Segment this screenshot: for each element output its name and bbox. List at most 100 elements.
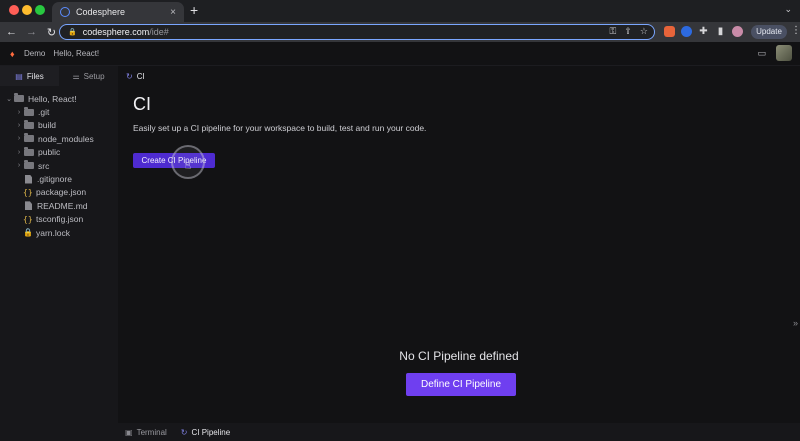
tree-item-label: .git: [38, 107, 50, 118]
file-icon: [25, 201, 32, 211]
monitor-icon[interactable]: ▭: [757, 48, 766, 59]
tree-item-label: node_modules: [38, 133, 94, 144]
tree-item-folder[interactable]: › build: [0, 119, 118, 132]
tab-setup[interactable]: ⚌ Setup: [59, 66, 118, 86]
tab-terminal-label: Terminal: [136, 427, 167, 437]
chevron-down-icon: ⌄: [6, 95, 12, 103]
tree-item-file[interactable]: README.md: [0, 199, 118, 212]
codesphere-favicon-icon: [60, 7, 70, 17]
extensions-area: ✚ ▮: [664, 26, 743, 37]
side-panel-icon[interactable]: ▮: [715, 26, 726, 37]
tree-item-folder[interactable]: › public: [0, 146, 118, 159]
json-file-icon: {}: [23, 214, 33, 224]
address-bar-actions: ⚿ ⇪ ☆: [610, 26, 648, 37]
define-ci-pipeline-button[interactable]: Define CI Pipeline: [406, 373, 516, 396]
chevron-right-icon: ›: [17, 108, 21, 116]
header-actions: ▭: [757, 45, 792, 61]
file-icon: [25, 174, 32, 184]
file-tree: ⌄ Hello, React! › .git › build › node_mo…: [0, 86, 118, 239]
tab-files[interactable]: ▤ Files: [0, 66, 59, 86]
sliders-icon: ⚌: [72, 71, 80, 81]
folder-icon: [24, 146, 34, 156]
folder-icon: [24, 160, 34, 170]
tree-item-label: public: [38, 147, 61, 158]
tree-item-folder[interactable]: › node_modules: [0, 132, 118, 145]
folder-icon: [24, 106, 34, 116]
main-panel: ↻ CI CI Easily set up a CI pipeline for …: [118, 66, 800, 441]
tree-item-label: package.json: [36, 187, 87, 198]
app-header: ♦ Demo Hello, React! ▭: [0, 42, 800, 66]
tab-ci-label: CI: [136, 71, 145, 81]
json-file-icon: {}: [23, 187, 33, 197]
page-title: CI: [133, 94, 151, 114]
tree-item-file[interactable]: {} package.json: [0, 186, 118, 199]
page-description: Easily set up a CI pipeline for your wor…: [133, 123, 427, 133]
url-path: /ide#: [149, 27, 169, 37]
lock-icon: 🔒: [68, 29, 77, 36]
back-arrow-icon[interactable]: ←: [3, 26, 20, 38]
tree-item-label: tsconfig.json: [36, 214, 84, 225]
editor-tabs: ↻ CI: [118, 66, 800, 86]
tab-terminal[interactable]: ▣ Terminal: [118, 423, 174, 441]
folder-icon: [14, 93, 24, 103]
codesphere-logo-icon[interactable]: ♦: [10, 49, 18, 59]
tree-item-file[interactable]: {} tsconfig.json: [0, 213, 118, 226]
chevron-right-icon: ›: [17, 121, 21, 129]
user-avatar[interactable]: [776, 45, 792, 61]
browser-tab-title: Codesphere: [76, 7, 126, 17]
tree-item-root-folder[interactable]: ⌄ Hello, React!: [0, 92, 118, 105]
tree-item-label: yarn.lock: [36, 227, 71, 238]
url-host: codesphere.com: [82, 27, 150, 37]
chevrons-down-icon[interactable]: »: [793, 318, 798, 328]
chevron-right-icon: ›: [17, 135, 21, 143]
ci-icon: ↻: [126, 71, 133, 81]
breadcrumb-workspace[interactable]: Hello, React!: [53, 49, 99, 58]
sidebar: ▤ Files ⚌ Setup ⌄ Hello, React! › .git ›: [0, 66, 118, 441]
tree-item-folder[interactable]: › src: [0, 159, 118, 172]
update-button[interactable]: Update: [751, 25, 787, 39]
close-window-button[interactable]: [9, 5, 19, 15]
lock-file-icon: 🔒: [23, 228, 33, 238]
terminal-icon: ▣: [125, 427, 133, 437]
tree-item-folder[interactable]: › .git: [0, 105, 118, 118]
folder-icon: [24, 119, 34, 129]
blue-extension-icon[interactable]: [681, 26, 692, 37]
browser-window: Codesphere × + ⌄ ← → ↻ 🔒 codesphere.com /…: [0, 0, 800, 441]
tree-item-file[interactable]: .gitignore: [0, 172, 118, 185]
tree-item-label: build: [38, 120, 56, 131]
close-tab-icon[interactable]: ×: [170, 7, 176, 18]
tree-item-file[interactable]: 🔒 yarn.lock: [0, 226, 118, 239]
puzzle-extensions-icon[interactable]: ✚: [698, 26, 709, 37]
tree-item-label: Hello, React!: [28, 93, 77, 104]
browser-tab-codesphere[interactable]: Codesphere ×: [52, 2, 184, 22]
file-icon: ▤: [15, 71, 23, 81]
tab-ci[interactable]: ↻ CI: [118, 66, 153, 86]
tab-files-label: Files: [26, 71, 44, 81]
profile-avatar-icon[interactable]: [732, 26, 743, 37]
share-icon[interactable]: ⇪: [624, 26, 632, 37]
forward-arrow-icon[interactable]: →: [23, 26, 40, 38]
sidebar-tabs: ▤ Files ⚌ Setup: [0, 66, 118, 86]
bookmark-star-icon[interactable]: ☆: [640, 26, 648, 37]
chevron-right-icon: ›: [17, 148, 21, 156]
reload-icon[interactable]: ↻: [43, 26, 60, 39]
tab-strip: Codesphere × + ⌄: [0, 0, 800, 22]
minimize-window-button[interactable]: [22, 5, 32, 15]
tree-item-label: README.md: [37, 200, 88, 211]
ci-pipeline-icon: ↻: [180, 427, 188, 437]
tree-item-label: .gitignore: [37, 174, 72, 185]
tab-search-chevron-icon[interactable]: ⌄: [784, 4, 792, 15]
tab-setup-label: Setup: [83, 71, 105, 81]
breadcrumb-team[interactable]: Demo: [24, 49, 45, 58]
address-bar[interactable]: 🔒 codesphere.com/ide# ⚿ ⇪ ☆: [59, 24, 655, 40]
tree-item-label: src: [38, 160, 50, 171]
more-menu-icon[interactable]: ⋮: [791, 25, 800, 36]
folder-icon: [24, 133, 34, 143]
bottom-panel-tabs: ▣ Terminal ↻ CI Pipeline: [118, 423, 800, 441]
key-icon[interactable]: ⚿: [610, 26, 617, 37]
tab-ci-pipeline[interactable]: ↻ CI Pipeline: [174, 423, 237, 441]
orange-extension-icon[interactable]: [664, 26, 675, 37]
new-tab-button[interactable]: +: [190, 3, 198, 17]
maximize-window-button[interactable]: [35, 5, 45, 15]
pointer-cursor-icon: ☝: [185, 161, 192, 172]
